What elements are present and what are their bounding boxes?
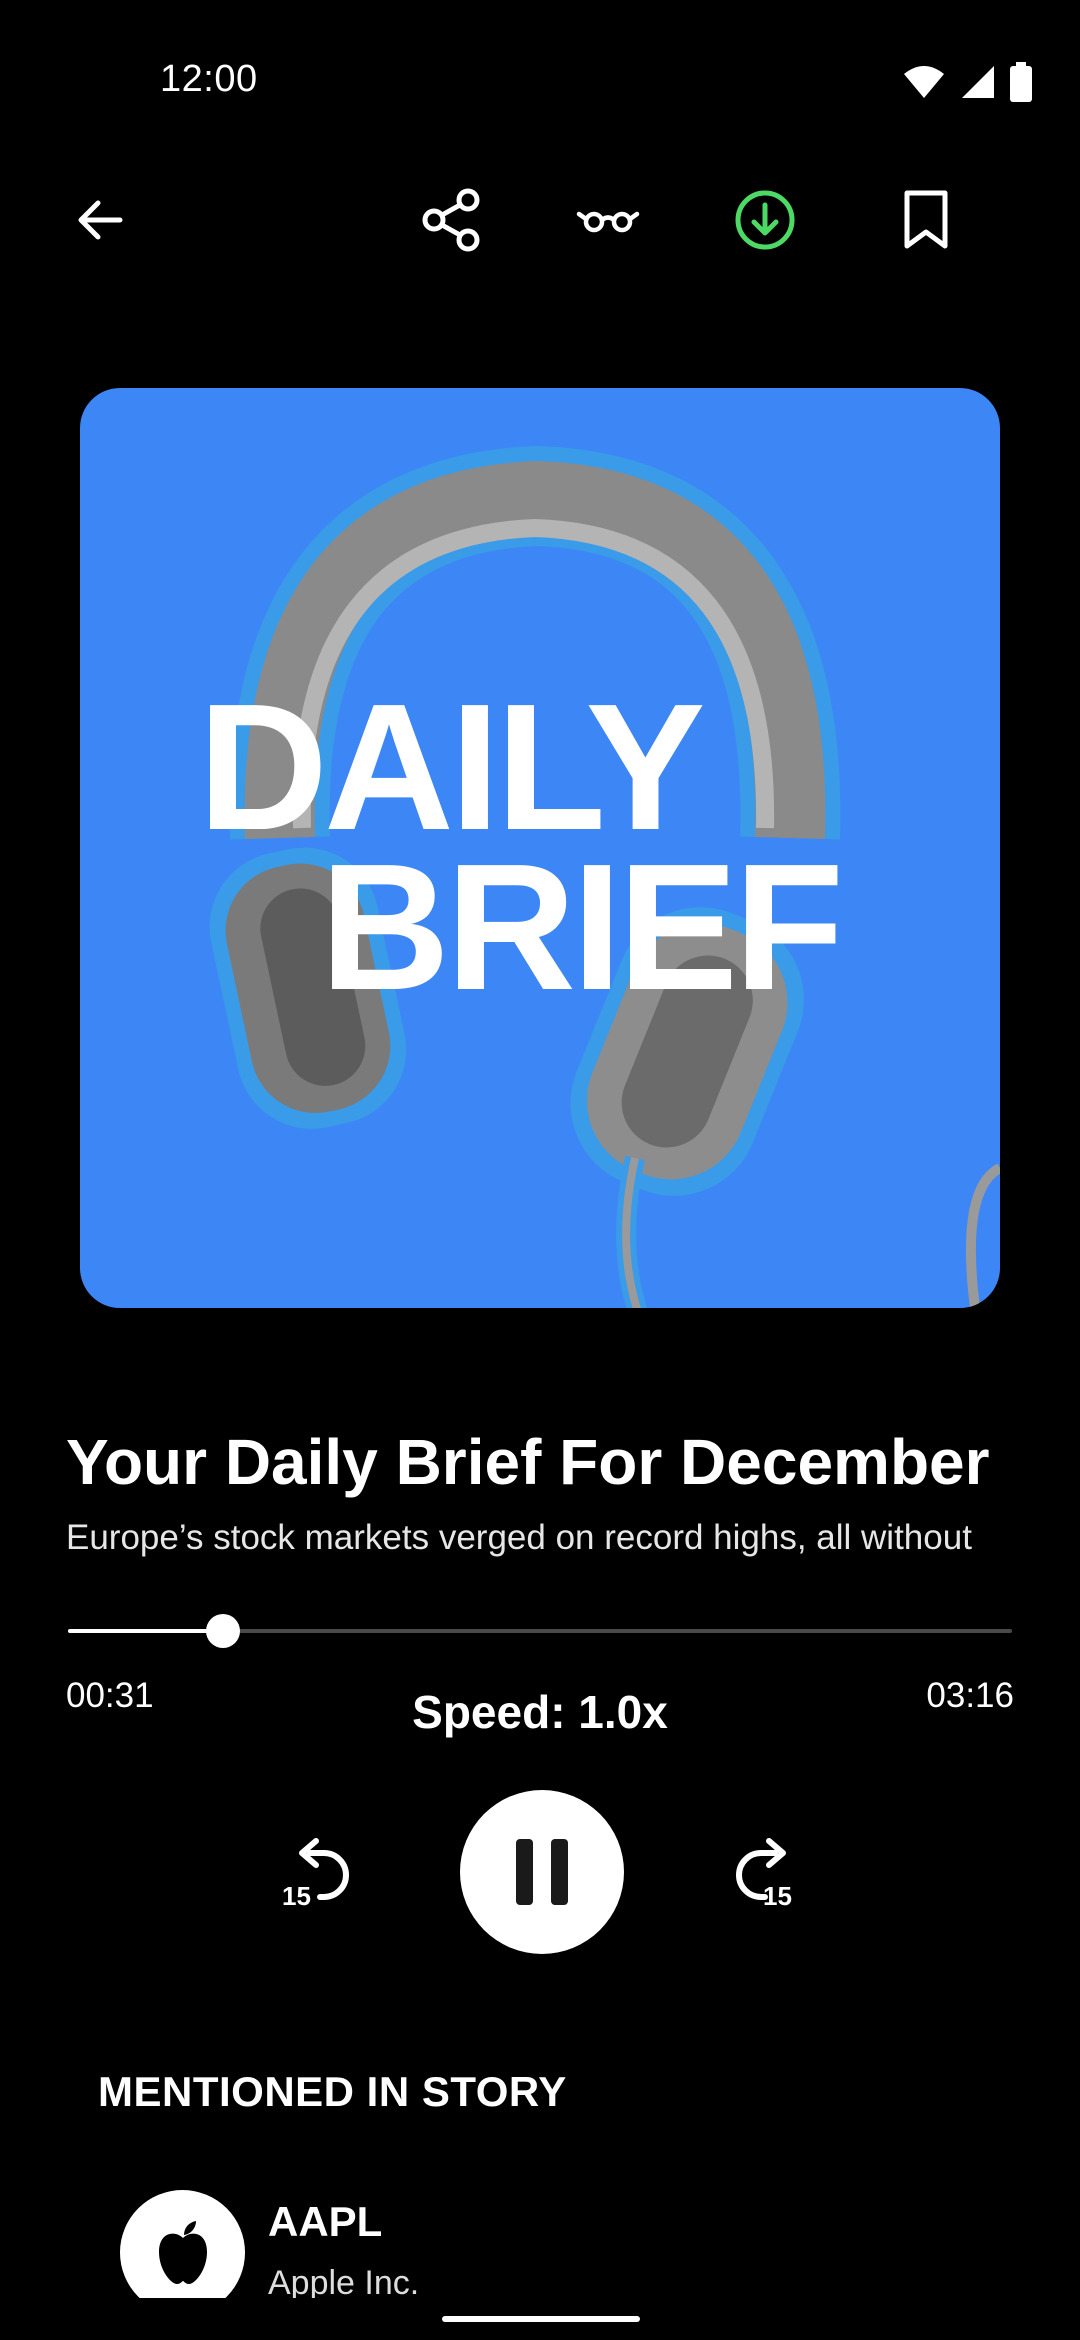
pause-icon <box>516 1839 568 1905</box>
reader-mode-button[interactable] <box>548 160 668 280</box>
status-icons <box>902 62 1032 102</box>
share-icon <box>422 188 480 252</box>
mentioned-section-heading: MENTIONED IN STORY <box>98 2068 567 2115</box>
cellular-signal-icon <box>962 66 994 98</box>
top-toolbar <box>0 160 1080 290</box>
episode-description: Europe’s stock markets verged on record … <box>66 1518 972 1557</box>
rewind-seconds: 15 <box>282 1881 311 1911</box>
share-button[interactable] <box>392 160 512 280</box>
wifi-icon <box>904 66 944 98</box>
status-time: 12:00 <box>160 58 258 100</box>
progress-fill <box>68 1629 223 1633</box>
progress-handle[interactable] <box>205 1614 240 1648</box>
glasses-icon <box>576 211 640 233</box>
podcast-artwork: DAILY BRIEF <box>80 388 1000 1308</box>
episode-title: Your Daily Brief For December <box>66 1426 990 1498</box>
download-icon <box>735 190 795 250</box>
status-bar: 12:00 <box>0 0 1080 170</box>
stock-list-item[interactable]: AAPL Apple Inc. <box>120 2188 1020 2298</box>
pause-button[interactable] <box>460 1790 624 1954</box>
total-time: 03:16 <box>926 1676 1014 1715</box>
stock-company-name: Apple Inc. <box>268 2264 420 2298</box>
bookmark-button[interactable] <box>866 160 986 280</box>
forward-seconds: 15 <box>763 1881 792 1911</box>
back-button[interactable] <box>40 160 160 280</box>
artwork-title-line2: BRIEF <box>320 827 844 1028</box>
progress-slider[interactable] <box>68 1614 1012 1648</box>
apple-logo-icon <box>120 2190 245 2298</box>
battery-icon <box>1010 62 1032 102</box>
stock-ticker: AAPL <box>268 2198 383 2245</box>
download-button[interactable] <box>705 160 825 280</box>
home-indicator[interactable] <box>442 2316 640 2322</box>
bookmark-icon <box>904 190 948 249</box>
back-arrow-icon <box>78 200 123 240</box>
rewind-15-button[interactable]: 15 <box>270 1825 370 1925</box>
forward-15-button[interactable]: 15 <box>715 1825 815 1925</box>
playback-speed-button[interactable]: Speed: 1.0x <box>0 1685 1080 1739</box>
